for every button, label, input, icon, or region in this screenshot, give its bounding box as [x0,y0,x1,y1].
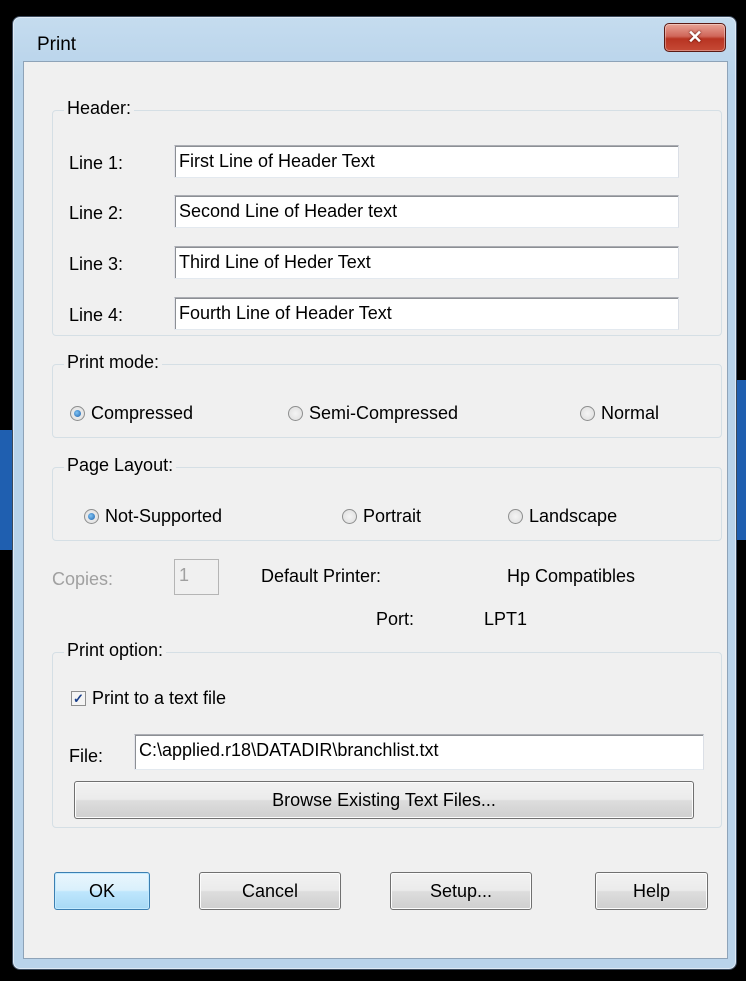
line1-label: Line 1: [69,153,124,173]
file-label: File: [69,746,104,766]
radio-semi-compressed-label: Semi-Compressed [309,403,459,423]
radio-semi-compressed[interactable]: Semi-Compressed [288,403,458,424]
close-button[interactable]: ✕ [664,23,726,52]
radio-indicator [508,509,523,524]
line3-input[interactable]: Third Line of Heder Text [174,246,679,279]
radio-indicator [288,406,303,421]
print-mode-label: Print mode: [64,352,163,373]
line3-label: Line 3: [69,254,124,274]
dialog-client-area: Header: Line 1: First Line of Header Tex… [23,61,728,959]
line4-label: Line 4: [69,305,124,325]
radio-indicator-selected [84,509,99,524]
radio-indicator [580,406,595,421]
radio-normal-label: Normal [601,403,660,423]
print-to-file-label: Print to a text file [92,688,227,708]
dialog-title: Print [37,34,77,55]
close-icon: ✕ [687,27,703,47]
header-group-label: Header: [64,98,135,119]
radio-compressed[interactable]: Compressed [70,403,193,424]
copies-input[interactable]: 1 [174,559,219,595]
line1-input[interactable]: First Line of Header Text [174,145,679,178]
ok-button[interactable]: OK [54,872,150,910]
radio-not-supported-label: Not-Supported [105,506,223,526]
default-printer-label: Default Printer: [261,566,382,586]
radio-portrait[interactable]: Portrait [342,506,421,527]
print-to-file-checkbox[interactable]: ✓ Print to a text file [71,688,226,709]
copies-label: Copies: [52,569,114,589]
radio-landscape[interactable]: Landscape [508,506,617,527]
line2-label: Line 2: [69,203,124,223]
port-label: Port: [376,609,415,629]
setup-button[interactable]: Setup... [390,872,532,910]
radio-portrait-label: Portrait [363,506,422,526]
background-right-strip [737,380,746,540]
print-option-label: Print option: [64,640,167,661]
port-value: LPT1 [484,609,528,629]
radio-indicator [342,509,357,524]
page-layout-group [52,467,722,541]
help-button[interactable]: Help [595,872,708,910]
background-left-strip [0,430,12,550]
cancel-button[interactable]: Cancel [199,872,341,910]
radio-landscape-label: Landscape [529,506,618,526]
browse-files-button[interactable]: Browse Existing Text Files... [74,781,694,819]
line4-input[interactable]: Fourth Line of Header Text [174,297,679,330]
print-dialog: Print ✕ Header: Line 1: First Line of He… [12,16,737,970]
checkmark-icon: ✓ [71,691,86,706]
radio-indicator-selected [70,406,85,421]
page-layout-label: Page Layout: [64,455,177,476]
radio-not-supported[interactable]: Not-Supported [84,506,222,527]
radio-normal[interactable]: Normal [580,403,659,424]
print-mode-group [52,364,722,438]
default-printer-value: Hp Compatibles [507,566,636,586]
radio-compressed-label: Compressed [91,403,194,423]
line2-input[interactable]: Second Line of Header text [174,195,679,228]
file-path-input[interactable]: C:\applied.r18\DATADIR\branchlist.txt [134,734,704,770]
